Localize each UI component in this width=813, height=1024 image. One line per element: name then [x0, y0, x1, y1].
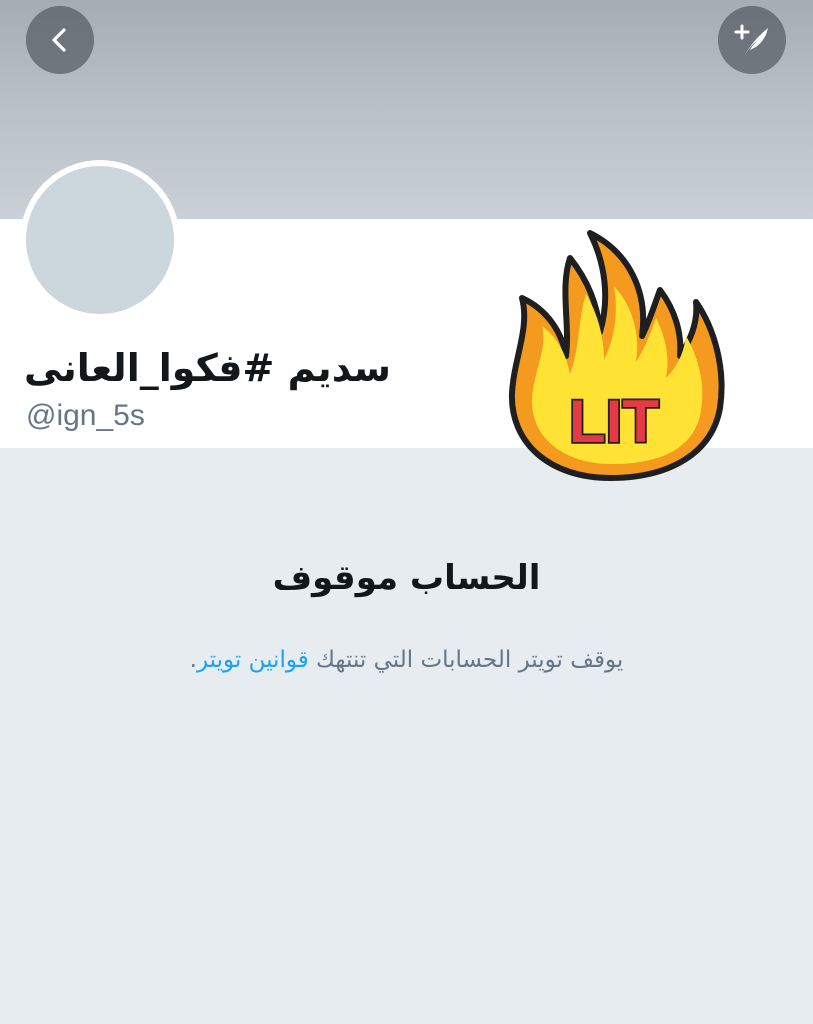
avatar[interactable] [20, 160, 180, 320]
avatar-placeholder [26, 166, 174, 314]
username-handle: @ign_5s [26, 399, 145, 432]
display-name: سديم #فكوا_العانى [24, 346, 392, 390]
account-suspended-description: يوقف تويتر الحسابات التي تنتهك قوانين تو… [0, 638, 813, 682]
twitter-rules-link[interactable]: قوانين تويتر [197, 647, 309, 673]
compose-tweet-icon [734, 24, 768, 56]
suspended-description-period: . [189, 647, 197, 673]
back-button[interactable] [26, 6, 94, 74]
account-suspended-title: الحساب موقوف [272, 558, 541, 598]
compose-tweet-button[interactable] [718, 6, 786, 74]
chevron-left-icon [52, 28, 66, 52]
lit-sticker-text: LIT [569, 388, 659, 455]
lit-fire-sticker: LIT [508, 230, 725, 481]
suspended-description-text: يوقف تويتر الحسابات التي تنتهك [316, 647, 624, 673]
